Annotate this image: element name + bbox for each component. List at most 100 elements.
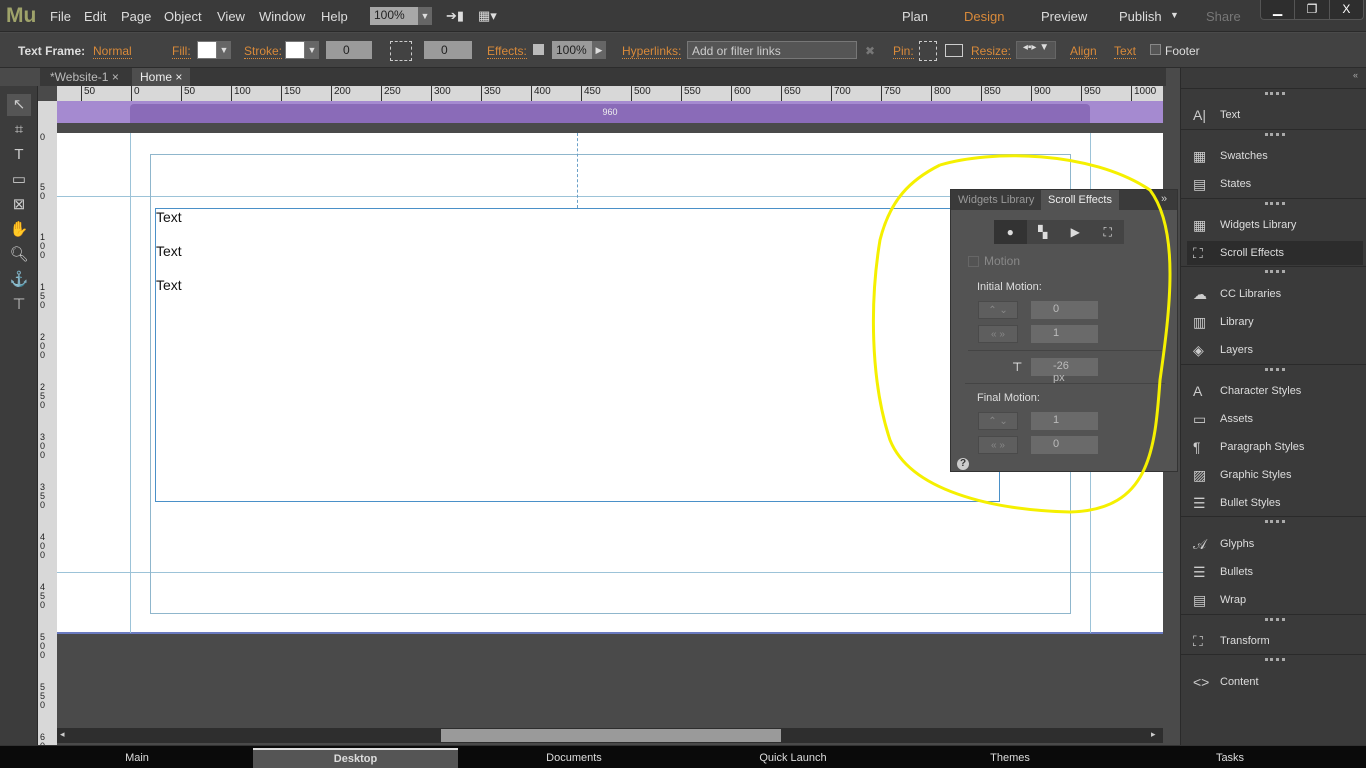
menu-edit[interactable]: Edit xyxy=(84,9,106,24)
crop-icon[interactable]: ⌗ xyxy=(7,119,31,141)
opacity-field[interactable]: 100% xyxy=(552,41,592,59)
opacity-arrow-icon[interactable]: ▶ xyxy=(592,41,606,59)
text-line[interactable]: Text xyxy=(156,243,182,259)
panel-graphic-styles[interactable]: ▨ Graphic Styles xyxy=(1187,463,1363,487)
pin-horizontal-icon[interactable] xyxy=(945,44,963,57)
taskbar-themes[interactable]: Themes xyxy=(930,752,1090,764)
hyperlinks-input[interactable]: Add or filter links xyxy=(687,41,857,59)
panel-transform[interactable]: ⛶ Transform xyxy=(1187,629,1363,653)
panel-character-styles[interactable]: A Character Styles xyxy=(1187,379,1363,403)
device-preview-icon[interactable]: ▦▾ xyxy=(478,8,497,24)
stroke-dropdown-icon[interactable]: ▼ xyxy=(305,41,319,59)
panel-paragraph-styles[interactable]: ¶ Paragraph Styles xyxy=(1187,435,1363,459)
fill-swatch[interactable] xyxy=(197,41,217,59)
panel-library[interactable]: ▥ Library xyxy=(1187,310,1363,334)
export-page-icon[interactable]: ➔▮ xyxy=(446,8,464,24)
panel-grip[interactable] xyxy=(1265,658,1285,661)
corner-icon[interactable] xyxy=(390,41,412,61)
frame-label: Text Frame: xyxy=(18,44,86,58)
panel-content[interactable]: <> Content xyxy=(1187,670,1363,694)
close-button[interactable]: X xyxy=(1330,0,1363,19)
panel-scroll-effects[interactable]: ⛶ Scroll Effects xyxy=(1187,241,1363,265)
mode-publish[interactable]: Publish xyxy=(1119,9,1162,24)
scroll-left-icon[interactable]: ◂ xyxy=(60,729,65,740)
panel-grip[interactable] xyxy=(1265,270,1285,273)
menu-window[interactable]: Window xyxy=(259,9,305,24)
close-tab-icon[interactable]: × xyxy=(112,70,119,84)
fill-dropdown-icon[interactable]: ▼ xyxy=(217,41,231,59)
panel-bullets[interactable]: ☰ Bullets xyxy=(1187,560,1363,584)
panel-grip[interactable] xyxy=(1265,133,1285,136)
selection-icon[interactable]: ↖ xyxy=(7,94,31,116)
clear-link-icon[interactable]: ✖ xyxy=(865,44,875,58)
panel-grip[interactable] xyxy=(1265,618,1285,621)
menu-help[interactable]: Help xyxy=(321,9,348,24)
frame-style-link[interactable]: Normal xyxy=(93,44,132,59)
scroll-right-icon[interactable]: ▸ xyxy=(1151,729,1156,740)
horizontal-scrollbar[interactable]: ◂ ▸ xyxy=(57,728,1163,743)
menu-object[interactable]: Object xyxy=(164,9,202,24)
corner-radius-field[interactable]: 0 xyxy=(424,41,472,59)
anchor-icon[interactable]: ⚓ xyxy=(7,269,31,291)
stroke-swatch[interactable] xyxy=(285,41,305,59)
mode-share[interactable]: Share xyxy=(1206,9,1241,24)
effects-label[interactable]: Effects: xyxy=(487,44,527,59)
panel-grip[interactable] xyxy=(1265,92,1285,95)
panel-assets[interactable]: ▭ Assets xyxy=(1187,407,1363,431)
panel-grip[interactable] xyxy=(1265,520,1285,523)
taskbar-main[interactable]: Main xyxy=(57,752,217,764)
stroke-width-field[interactable]: 0 xyxy=(326,41,372,59)
taskbar-desktop[interactable]: Desktop xyxy=(253,748,458,768)
mode-preview[interactable]: Preview xyxy=(1041,9,1087,24)
text-frame-icon[interactable]: ⊤ xyxy=(7,294,31,316)
panel-cc-libraries[interactable]: ☁ CC Libraries xyxy=(1187,282,1363,306)
text-tool-icon[interactable]: T xyxy=(7,144,31,166)
resize-dropdown[interactable]: ◂▪▸ ▼ xyxy=(1016,41,1056,59)
collapse-icon[interactable]: « xyxy=(1353,70,1358,80)
menu-file[interactable]: File xyxy=(50,9,71,24)
panel-glyphs[interactable]: 𝒜 Glyphs xyxy=(1187,532,1363,556)
panel-swatches[interactable]: ▦ Swatches xyxy=(1187,144,1363,168)
mode-design[interactable]: Design xyxy=(964,9,1004,24)
tab-website-1[interactable]: *Website-1 × xyxy=(42,68,127,86)
text-line[interactable]: Text xyxy=(156,209,182,225)
panel-grip[interactable] xyxy=(1265,202,1285,205)
taskbar-quick-launch[interactable]: Quick Launch xyxy=(713,752,873,764)
tab-home[interactable]: Home × xyxy=(132,68,191,86)
scroll-effects-icon: ⛶ xyxy=(1193,245,1203,261)
panel-widgets-library[interactable]: ▦ Widgets Library xyxy=(1187,213,1363,237)
publish-dropdown-icon[interactable]: ▼ xyxy=(1170,10,1179,20)
resize-label[interactable]: Resize: xyxy=(971,44,1012,59)
scroll-thumb[interactable] xyxy=(441,729,781,742)
panel-layers[interactable]: ◈ Layers xyxy=(1187,338,1363,362)
close-tab-icon[interactable]: × xyxy=(175,70,182,84)
rectangle-icon[interactable]: ▭ xyxy=(7,169,31,191)
panel-states[interactable]: ▤ States xyxy=(1187,172,1363,196)
restore-button[interactable]: ❐ xyxy=(1295,0,1330,19)
panel-bullet-styles[interactable]: ☰ Bullet Styles xyxy=(1187,491,1363,515)
effects-icon[interactable] xyxy=(533,44,544,55)
menu-page[interactable]: Page xyxy=(121,9,151,24)
zoom-dropdown-icon[interactable]: ▼ xyxy=(418,7,432,25)
zoom-icon[interactable]: 🔍︎ xyxy=(7,244,31,266)
pin-label[interactable]: Pin: xyxy=(893,44,914,59)
pin-icon[interactable] xyxy=(919,41,937,61)
image-frame-icon[interactable]: ⊠ xyxy=(7,194,31,216)
footer-checkbox[interactable] xyxy=(1150,44,1161,55)
mode-plan[interactable]: Plan xyxy=(902,9,928,24)
ruler-tick: 150 xyxy=(281,86,301,101)
text-line[interactable]: Text xyxy=(156,277,182,293)
menu-view[interactable]: View xyxy=(217,9,245,24)
taskbar-documents[interactable]: Documents xyxy=(494,752,654,764)
minimize-button[interactable]: ▁ xyxy=(1261,0,1296,19)
panel-text[interactable]: A| Text xyxy=(1187,103,1363,127)
hyperlinks-label[interactable]: Hyperlinks: xyxy=(622,44,682,59)
hand-icon[interactable]: ✋ xyxy=(7,219,31,241)
text-link[interactable]: Text xyxy=(1114,44,1137,59)
panel-grip[interactable] xyxy=(1265,368,1285,371)
stroke-label[interactable]: Stroke: xyxy=(244,44,283,59)
align-link[interactable]: Align xyxy=(1070,44,1097,59)
taskbar-tasks[interactable]: Tasks xyxy=(1150,752,1310,764)
panel-wrap[interactable]: ▤ Wrap xyxy=(1187,588,1363,612)
fill-label[interactable]: Fill: xyxy=(172,44,191,59)
